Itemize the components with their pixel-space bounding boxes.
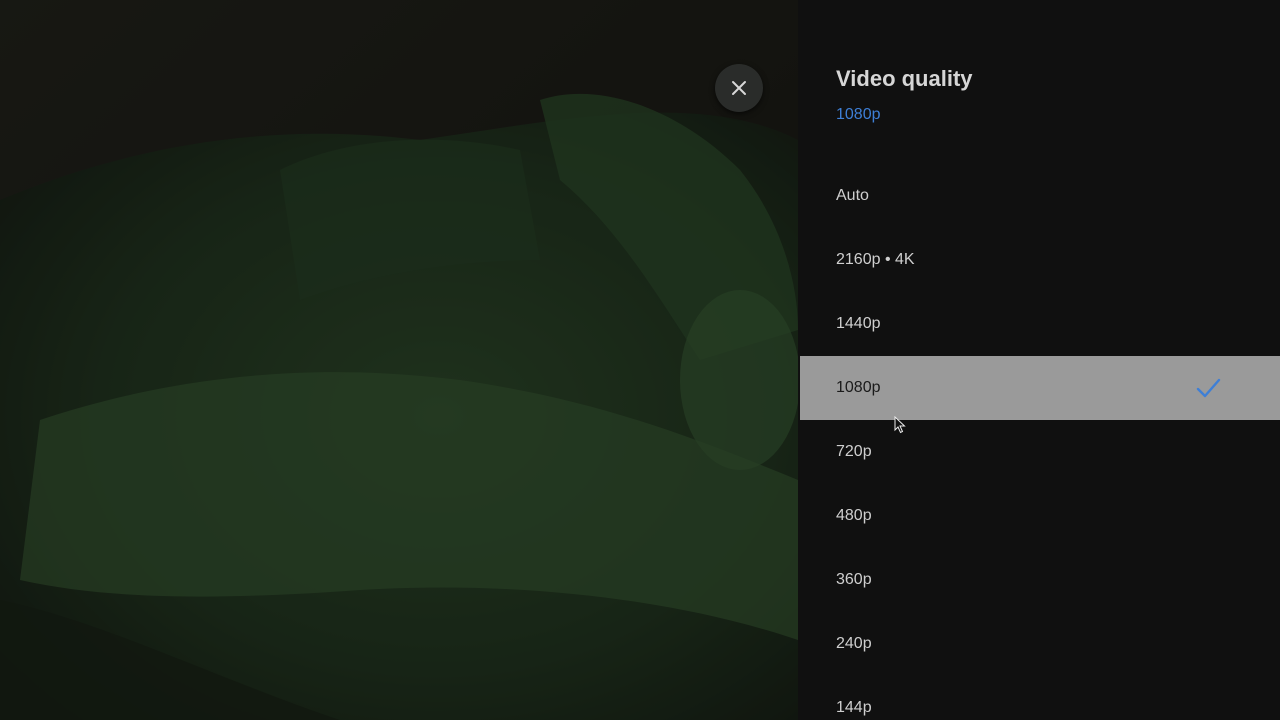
quality-option-label: 240p — [836, 635, 872, 652]
quality-option-1080p[interactable]: 1080p — [800, 356, 1280, 420]
close-icon — [732, 81, 746, 95]
app-window: Video quality 1080p Auto 2160p • 4K 1440… — [0, 0, 1280, 720]
quality-option-label: 2160p • 4K — [836, 251, 915, 268]
quality-option-label: 1080p — [836, 379, 881, 396]
quality-option-label: 480p — [836, 507, 872, 524]
video-quality-panel: Video quality 1080p Auto 2160p • 4K 1440… — [798, 0, 1280, 720]
checkmark-icon — [1196, 378, 1221, 398]
mouse-pointer-icon — [894, 416, 906, 434]
quality-option-1440p[interactable]: 1440p — [798, 292, 1280, 356]
quality-option-2160p[interactable]: 2160p • 4K — [798, 228, 1280, 292]
quality-option-360p[interactable]: 360p — [798, 548, 1280, 612]
quality-option-auto[interactable]: Auto — [798, 164, 1280, 228]
quality-option-label: 720p — [836, 443, 872, 460]
quality-option-240p[interactable]: 240p — [798, 612, 1280, 676]
video-frame — [0, 0, 798, 720]
quality-option-label: 360p — [836, 571, 872, 588]
current-quality-value: 1080p — [836, 106, 881, 123]
quality-option-label: Auto — [836, 187, 869, 204]
quality-option-480p[interactable]: 480p — [798, 484, 1280, 548]
quality-option-144p[interactable]: 144p — [798, 676, 1280, 720]
quality-option-label: 1440p — [836, 315, 881, 332]
panel-title: Video quality — [836, 66, 973, 91]
quality-option-720p[interactable]: 720p — [798, 420, 1280, 484]
video-dim-overlay — [0, 0, 798, 720]
quality-option-label: 144p — [836, 699, 872, 716]
close-button[interactable] — [715, 64, 763, 112]
quality-options-list: Auto 2160p • 4K 1440p 1080p 720p 480p 36… — [798, 164, 1280, 720]
